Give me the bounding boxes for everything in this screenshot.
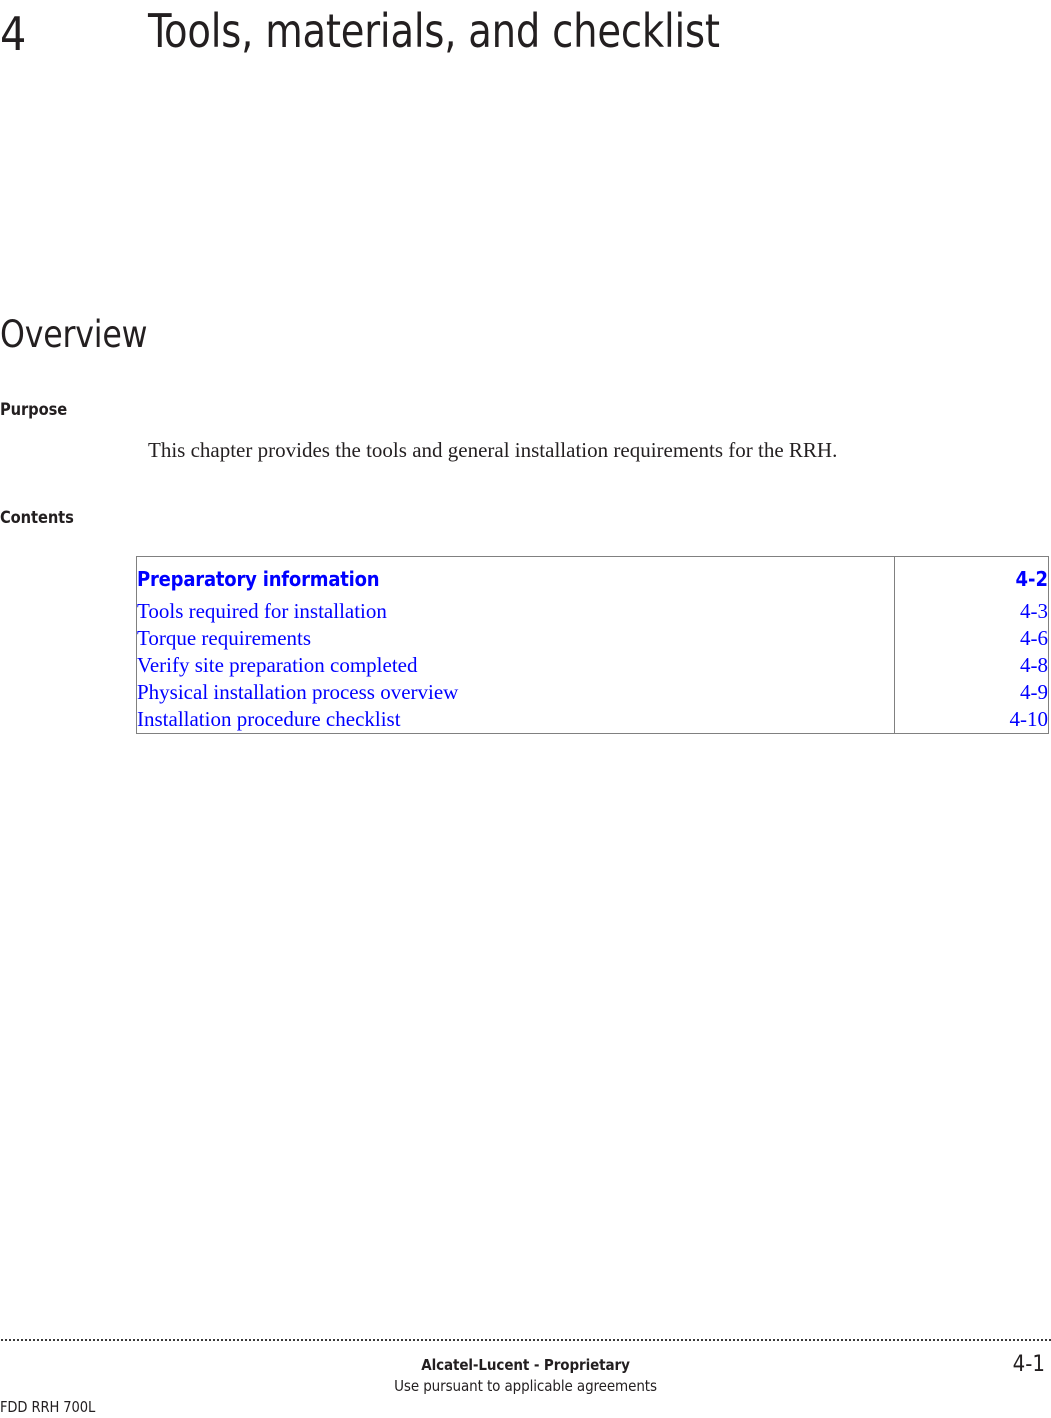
document-page: 4 Tools, materials, and checklist Overvi… [0,0,1051,1418]
contents-entry-link[interactable]: Installation procedure checklist [137,706,894,733]
footer-proprietary-notice: Alcatel-Lucent - Proprietary Use pursuan… [0,1355,1051,1397]
footer-page-number: 4-1 [1012,1352,1045,1377]
contents-entry-link[interactable]: Preparatory information [137,557,894,598]
contents-entry-page[interactable]: 4-9 [894,679,1048,706]
contents-table: Preparatory information 4-2 Tools required… [136,556,1049,734]
contents-entry-page[interactable]: 4-3 [894,598,1048,625]
contents-entry-link[interactable]: Physical installation process overview [137,679,894,706]
footer-company-line: Alcatel-Lucent - Proprietary [421,1356,630,1374]
footer-divider [0,1337,1051,1341]
chapter-title: Tools, materials, and checklist [148,4,720,58]
footer-product-name: FDD RRH 700L [0,1398,96,1416]
contents-entry-page[interactable]: 4-2 [894,557,1048,598]
table-row[interactable]: Physical installation process overview 4-… [137,679,1048,706]
table-row[interactable]: Tools required for installation 4-3 [137,598,1048,625]
contents-entry-link[interactable]: Tools required for installation [137,598,894,625]
contents-entry-page[interactable]: 4-6 [894,625,1048,652]
contents-entry-page[interactable]: 4-8 [894,652,1048,679]
overview-heading: Overview [0,313,148,356]
contents-table-body: Preparatory information 4-2 Tools required… [137,557,1048,733]
table-row[interactable]: Verify site preparation completed 4-8 [137,652,1048,679]
purpose-paragraph: This chapter provides the tools and gene… [148,438,838,462]
table-row[interactable]: Installation procedure checklist 4-10 [137,706,1048,733]
table-row[interactable]: Torque requirements 4-6 [137,625,1048,652]
chapter-number: 4 [0,7,26,61]
table-row[interactable]: Preparatory information 4-2 [137,557,1048,598]
contents-entry-link[interactable]: Torque requirements [137,625,894,652]
contents-entry-link[interactable]: Verify site preparation completed [137,652,894,679]
contents-entry-page[interactable]: 4-10 [894,706,1049,733]
contents-label: Contents [0,508,74,528]
purpose-label: Purpose [0,400,68,420]
footer-usage-line: Use pursuant to applicable agreements [394,1377,657,1395]
